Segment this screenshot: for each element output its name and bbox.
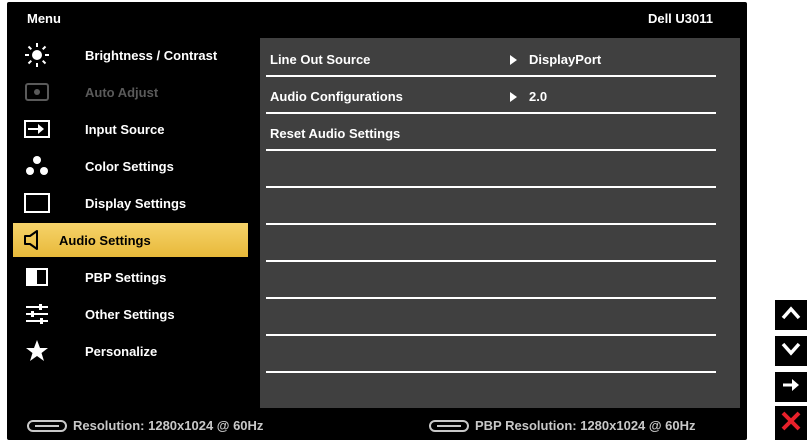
resolution-text: Resolution: 1280x1024 @ 60Hz [73,418,264,433]
chevron-up-icon [781,305,801,325]
down-button[interactable] [775,336,807,366]
empty-row [266,225,716,262]
sidebar-item-label: Color Settings [85,158,174,174]
star-icon [23,337,51,365]
resolution-status: Resolution: 1280x1024 @ 60Hz [27,418,263,433]
empty-row [266,151,716,188]
row-label: Audio Configurations [270,89,403,104]
close-icon [780,410,802,437]
sidebar-item-label: Other Settings [85,306,175,322]
settings-panel: Line Out Source DisplayPort Audio Config… [260,38,740,408]
sidebar-item-label: Brightness / Contrast [85,47,218,63]
sidebar-item-other-settings[interactable]: Other Settings [13,297,248,331]
arrow-right-icon [510,91,517,102]
pbp-icon [23,263,51,291]
row-label: Line Out Source [270,52,371,67]
sliders-icon [23,300,51,328]
arrow-right-icon [782,378,800,397]
display-rect-icon [23,189,51,217]
pbp-resolution-status: PBP Resolution: 1280x1024 @ 60Hz [429,418,696,433]
row-divider [266,371,716,373]
row-label: Reset Audio Settings [270,126,401,141]
empty-row [266,336,716,373]
speaker-icon [19,226,47,254]
input-source-icon [23,115,51,143]
row-value-text: DisplayPort [529,52,602,67]
sidebar-item-pbp-settings[interactable]: PBP Settings [13,260,248,294]
sidebar-item-audio-settings[interactable]: Audio Settings [13,223,248,257]
empty-row [266,188,716,225]
empty-row [266,262,716,299]
row-value: 2.0 [510,89,547,104]
pbp-resolution-text: PBP Resolution: 1280x1024 @ 60Hz [475,418,696,433]
auto-adjust-icon [23,78,51,106]
chevron-down-icon [781,342,801,361]
connector-icon [429,419,469,432]
color-dots-icon [23,152,51,180]
osd-menu: Menu Dell U3011 Brightness / Contrast Au… [7,2,747,440]
arrow-right-icon [510,54,517,65]
sidebar-item-auto-adjust: Auto Adjust [13,75,248,109]
up-button[interactable] [775,300,807,330]
sidebar-item-label: Auto Adjust [85,84,159,100]
sidebar-item-label: Display Settings [85,195,187,211]
row-value-text: 2.0 [529,89,548,104]
status-footer: Resolution: 1280x1024 @ 60Hz PBP Resolut… [7,412,747,438]
sun-icon [23,41,51,69]
sidebar-item-label: Personalize [85,343,158,359]
line-out-source-row[interactable]: Line Out Source DisplayPort [266,40,716,77]
enter-button[interactable] [775,372,807,402]
monitor-model: Dell U3011 [647,11,713,26]
sidebar-item-label: Audio Settings [59,232,151,248]
sidebar-item-label: PBP Settings [85,269,167,285]
empty-row [266,299,716,336]
sidebar: Brightness / Contrast Auto Adjust Input … [10,38,251,408]
exit-button[interactable] [775,406,807,440]
sidebar-item-label: Input Source [85,121,165,137]
sidebar-item-brightness-contrast[interactable]: Brightness / Contrast [13,38,248,72]
reset-audio-settings-row[interactable]: Reset Audio Settings [266,114,716,151]
menu-title: Menu [27,11,61,26]
row-value: DisplayPort [510,52,601,67]
audio-configurations-row[interactable]: Audio Configurations 2.0 [266,77,716,114]
sidebar-item-display-settings[interactable]: Display Settings [13,186,248,220]
sidebar-item-color-settings[interactable]: Color Settings [13,149,248,183]
osd-header: Menu Dell U3011 [7,2,747,34]
sidebar-item-personalize[interactable]: Personalize [13,334,248,368]
sidebar-item-input-source[interactable]: Input Source [13,112,248,146]
connector-icon [27,419,67,432]
